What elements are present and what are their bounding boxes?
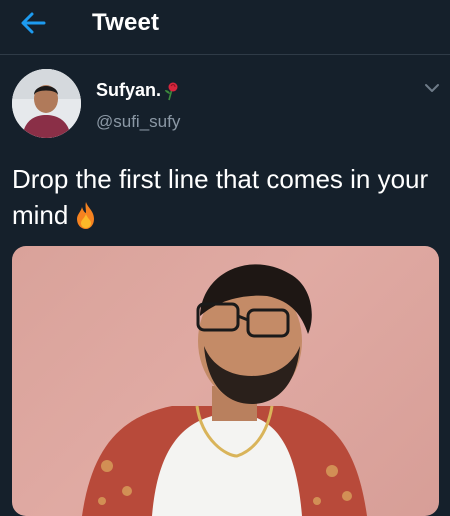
author-row: Sufyan.	[96, 80, 181, 101]
avatar[interactable]	[12, 69, 81, 138]
tweet-media-image[interactable]	[12, 246, 439, 516]
tweet-text: Drop the first line that comes in your m…	[12, 161, 432, 233]
chevron-down-icon[interactable]	[423, 81, 441, 95]
fire-icon	[77, 202, 95, 229]
media-photo	[82, 264, 367, 516]
top-bar: Tweet	[0, 0, 450, 48]
header-divider	[0, 54, 450, 55]
avatar-photo	[12, 69, 81, 138]
arrow-left-icon[interactable]	[18, 8, 48, 38]
rose-icon	[165, 82, 178, 100]
author-handle[interactable]: @sufi_sufy	[96, 112, 180, 132]
page-title: Tweet	[92, 9, 160, 36]
author-name[interactable]: Sufyan.	[96, 80, 161, 101]
